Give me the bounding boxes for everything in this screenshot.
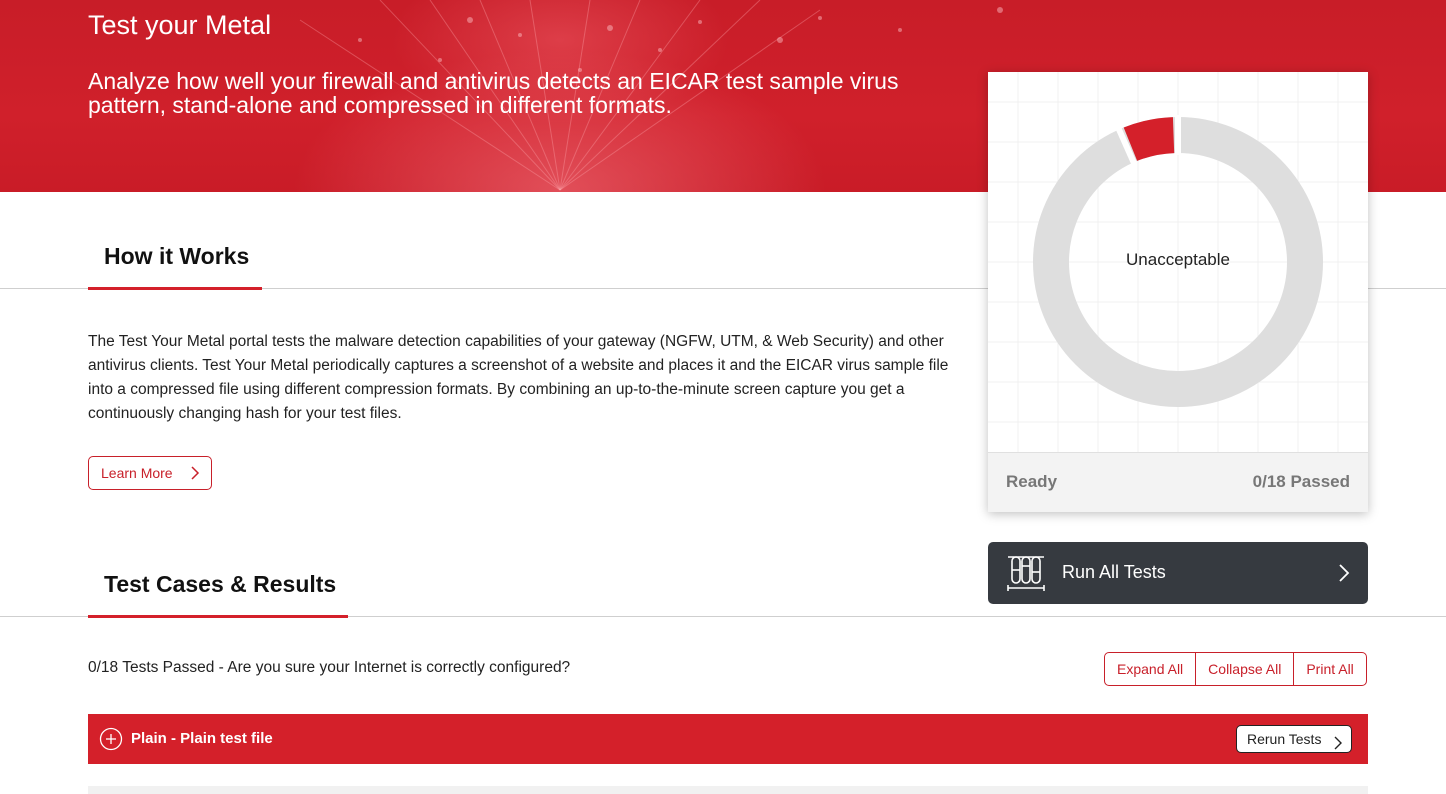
expand-plus-icon[interactable] <box>99 727 123 756</box>
rerun-tests-button[interactable]: Rerun Tests <box>1236 725 1352 753</box>
learn-more-label: Learn More <box>101 465 173 481</box>
page-subtitle: Analyze how well your firewall and antiv… <box>88 68 899 118</box>
run-all-tests-label: Run All Tests <box>1062 562 1166 582</box>
results-actions: Expand All Collapse All Print All <box>1104 652 1367 686</box>
expand-all-button[interactable]: Expand All <box>1105 653 1197 685</box>
how-it-works-heading: How it Works <box>104 243 250 269</box>
tests-summary: 0/18 Tests Passed - Are you sure your In… <box>88 659 571 676</box>
how-it-works-description: The Test Your Metal portal tests the mal… <box>88 333 949 422</box>
status-text: Ready <box>1006 472 1058 491</box>
chevron-right-icon <box>1334 732 1342 758</box>
learn-more-button[interactable]: Learn More <box>88 456 212 490</box>
rerun-tests-label: Rerun Tests <box>1247 731 1322 747</box>
page-title: Test your Metal <box>88 10 272 40</box>
next-group-peek <box>88 786 1368 794</box>
test-tubes-icon <box>1006 554 1046 597</box>
print-all-button[interactable]: Print All <box>1294 653 1365 685</box>
test-group-name: Plain - Plain test file <box>131 730 273 747</box>
score-rating: Unacceptable <box>1126 250 1230 269</box>
passed-count: 0/18 Passed <box>1252 472 1350 491</box>
chevron-right-icon <box>190 465 200 484</box>
test-cases-heading: Test Cases & Results <box>104 571 337 597</box>
test-group-header[interactable]: Plain - Plain test file Rerun Tests <box>88 714 1368 764</box>
score-card-footer: Ready 0/18 Passed <box>988 452 1368 512</box>
chevron-right-icon <box>1338 563 1350 588</box>
score-card: Unacceptable Ready 0/18 Passed <box>988 72 1368 512</box>
collapse-all-button[interactable]: Collapse All <box>1196 653 1295 685</box>
test-cases-underline <box>88 615 348 618</box>
run-all-tests-button[interactable]: Run All Tests <box>988 542 1368 604</box>
how-it-works-underline <box>88 287 262 290</box>
